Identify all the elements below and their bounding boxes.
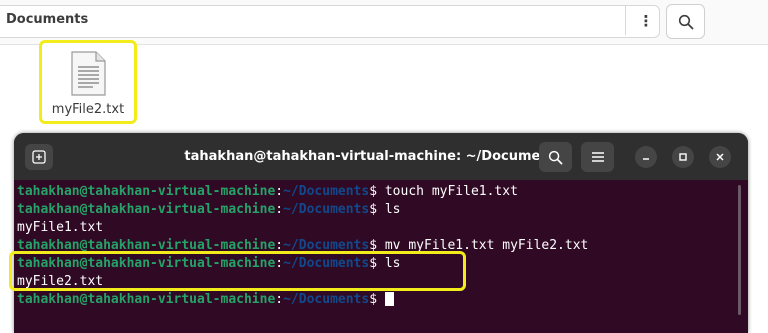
path-bar[interactable] [0, 5, 660, 38]
file-name: myFile2.txt [51, 102, 125, 117]
highlight-box [9, 251, 466, 291]
prompt-path: ~/Documents [283, 202, 370, 217]
terminal-menu-button[interactable] [581, 142, 614, 172]
terminal-titlebar[interactable]: tahakhan@tahakhan-virtual-machine: ~/Doc… [14, 133, 748, 180]
terminal-line: tahakhan@tahakhan-virtual-machine:~/Docu… [17, 183, 518, 201]
new-tab-button[interactable] [25, 144, 53, 170]
terminal-window[interactable]: tahakhan@tahakhan-virtual-machine: ~/Doc… [14, 133, 748, 333]
prompt-dollar: $ [369, 184, 385, 199]
path-bar-divider [625, 6, 626, 35]
prompt-dollar: $ [369, 202, 385, 217]
search-button[interactable] [666, 4, 705, 39]
terminal-scrollbar[interactable] [738, 185, 741, 315]
output-text: myFile1.txt [17, 220, 104, 235]
prompt-path: ~/Documents [283, 292, 370, 307]
search-icon [548, 150, 563, 164]
maximize-button[interactable] [672, 146, 694, 168]
terminal-line: tahakhan@tahakhan-virtual-machine:~/Docu… [17, 291, 394, 309]
location-label[interactable]: Documents [6, 12, 88, 27]
command-text: ls [384, 202, 401, 217]
path-menu-button[interactable]: ⋮ [632, 6, 660, 35]
command-text: touch myFile1.txt [384, 184, 518, 199]
file-manager-header: Documents ⋮ [0, 0, 768, 45]
terminal-line: myFile1.txt [17, 219, 103, 237]
prompt-colon: : [275, 202, 284, 217]
maximize-icon [679, 153, 687, 161]
hamburger-icon [591, 152, 604, 162]
text-document-icon [71, 51, 106, 96]
minimize-icon [643, 158, 649, 160]
terminal-search-button[interactable] [539, 142, 572, 172]
close-icon [716, 153, 724, 161]
terminal-line: tahakhan@tahakhan-virtual-machine:~/Docu… [17, 201, 401, 219]
prompt-user: tahakhan@tahakhan-virtual-machine [17, 184, 276, 199]
terminal-cursor [384, 291, 394, 306]
prompt-colon: : [275, 292, 284, 307]
search-icon [678, 14, 693, 29]
minimize-button[interactable] [635, 146, 657, 168]
prompt-user: tahakhan@tahakhan-virtual-machine [17, 202, 276, 217]
prompt-colon: : [275, 184, 284, 199]
prompt-dollar: $ [369, 292, 385, 307]
file-item[interactable]: myFile2.txt [39, 40, 137, 124]
close-button[interactable] [709, 146, 731, 168]
new-tab-icon [32, 150, 46, 164]
prompt-user: tahakhan@tahakhan-virtual-machine [17, 292, 276, 307]
prompt-path: ~/Documents [283, 184, 370, 199]
